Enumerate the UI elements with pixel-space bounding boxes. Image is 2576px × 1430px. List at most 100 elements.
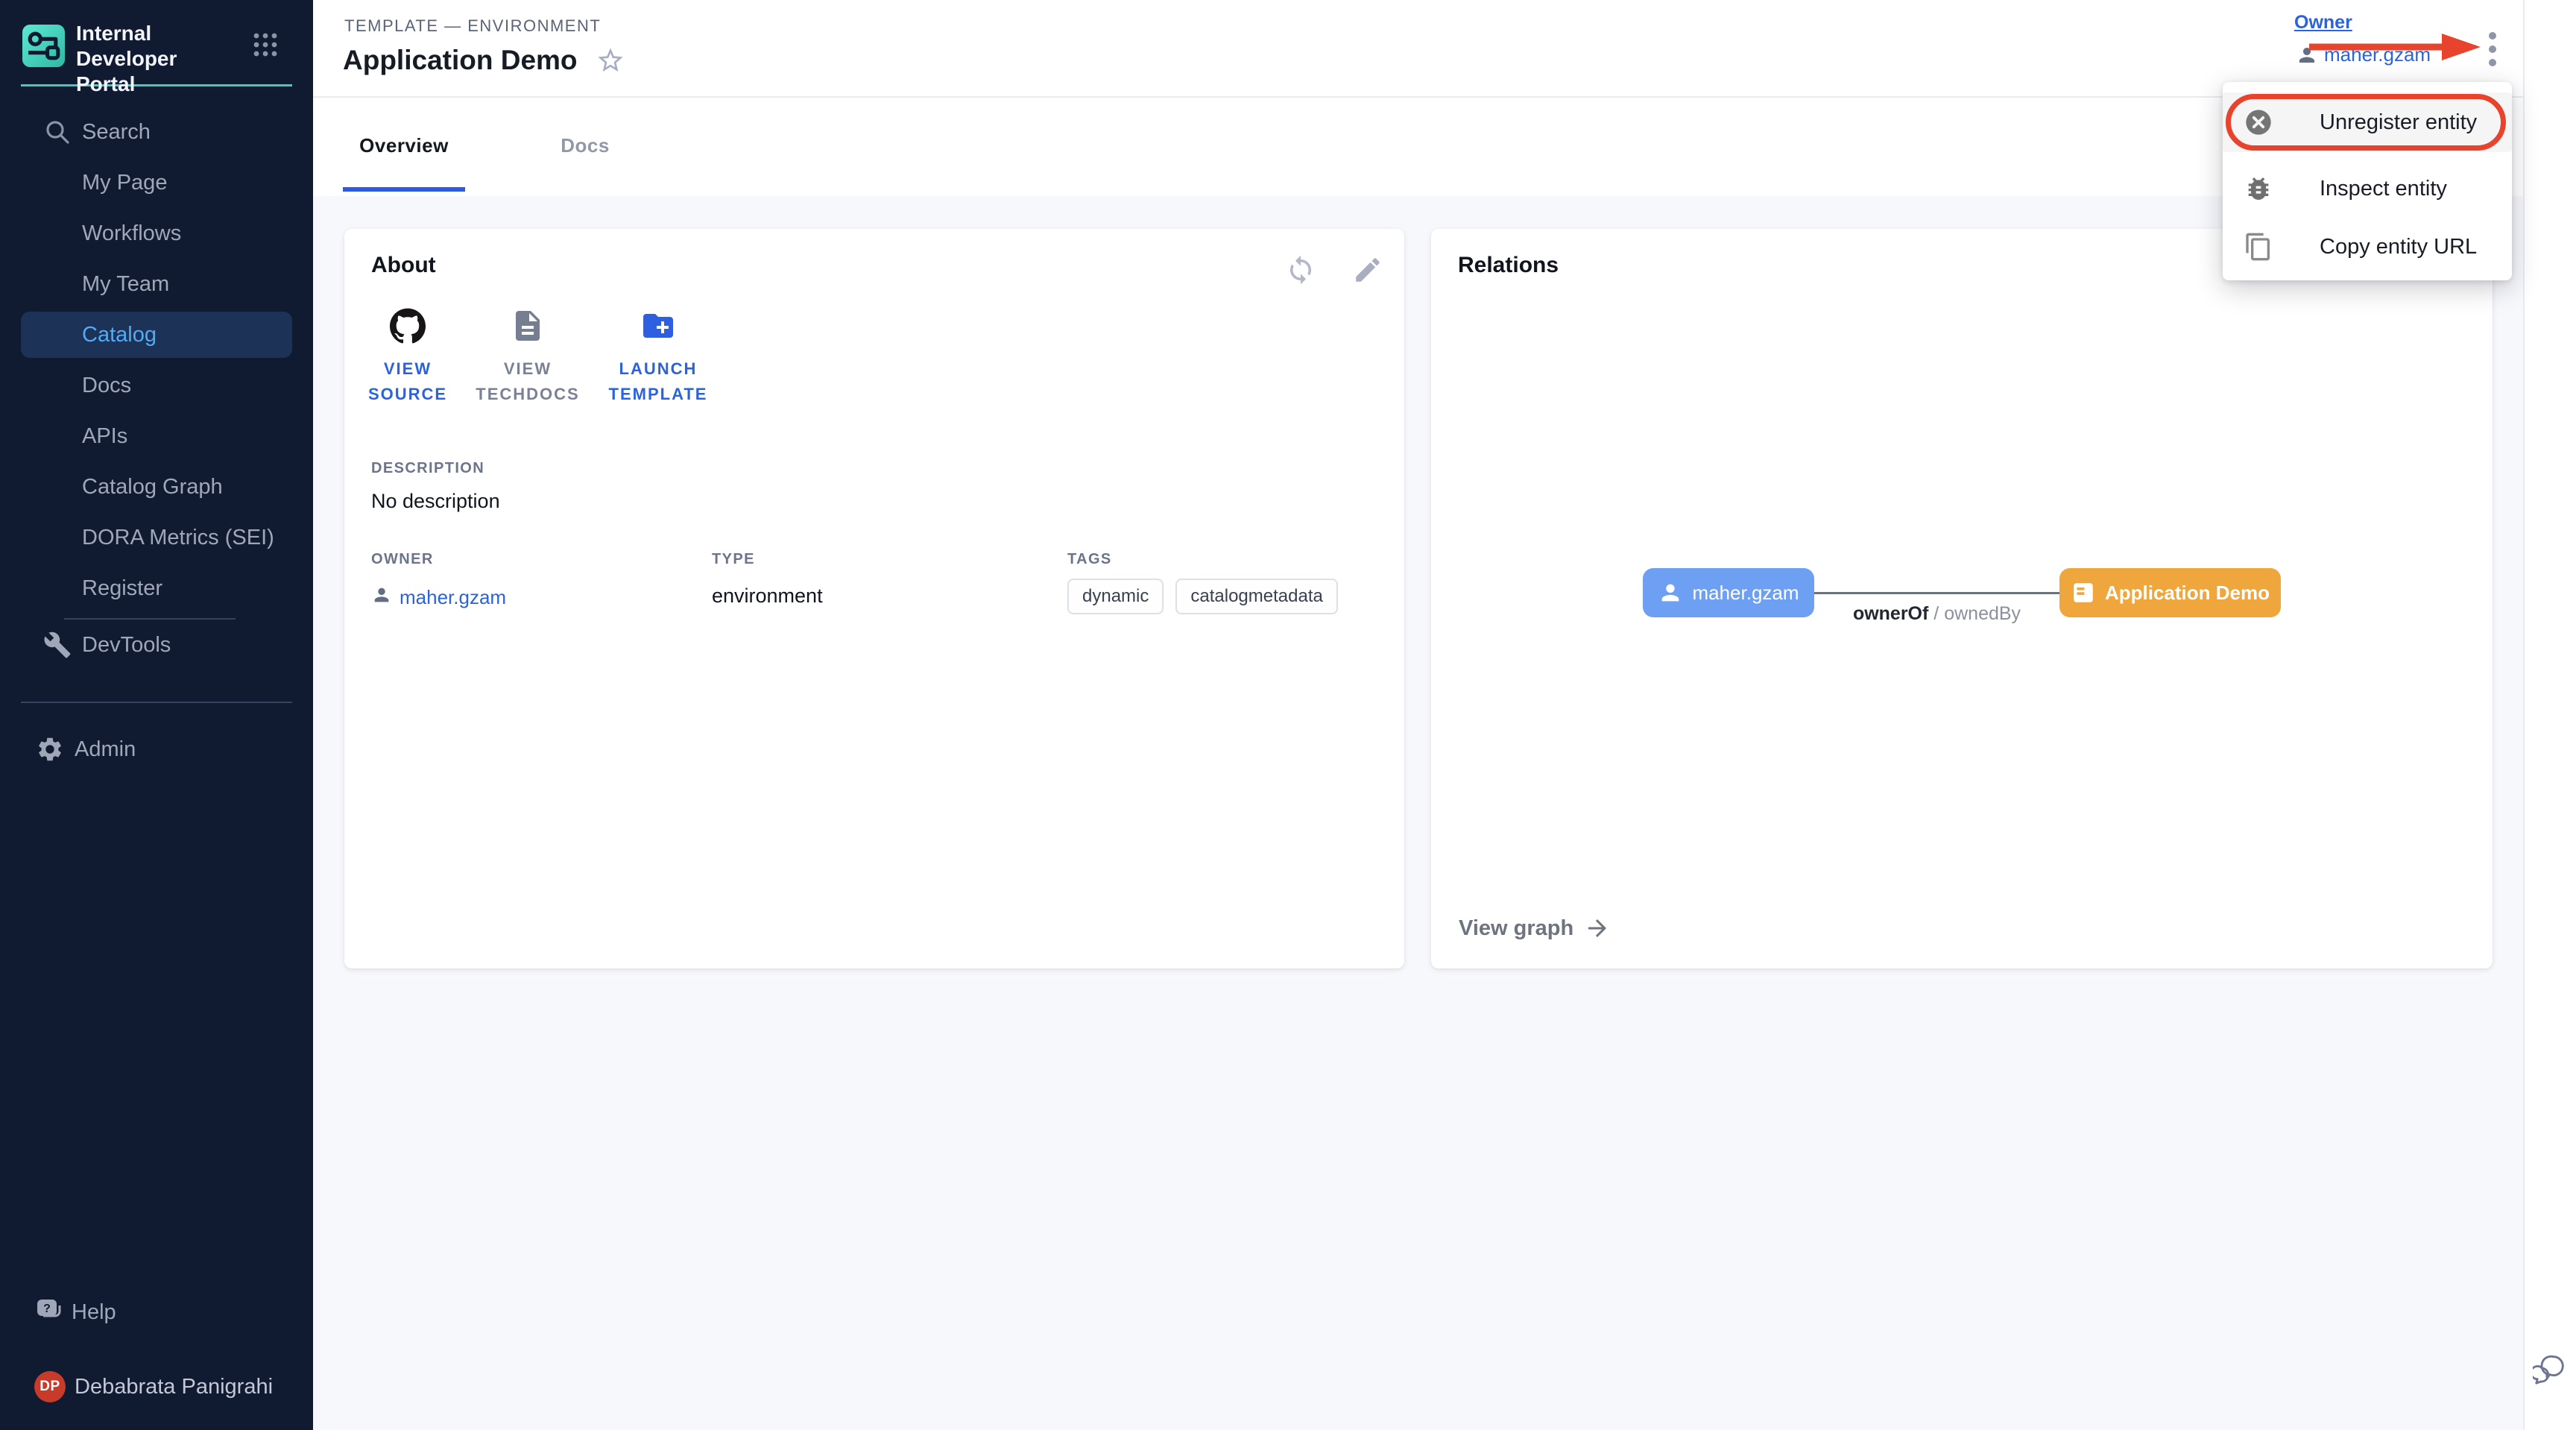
graph-node-user[interactable]: maher.gzam — [1643, 568, 1814, 617]
edge-forward-label: ownerOf — [1853, 603, 1928, 624]
sidebar-item-label: Workflows — [82, 221, 181, 246]
entity-tabs: Overview Docs — [313, 99, 2523, 196]
tags-label: TAGS — [1067, 551, 1338, 568]
tag-chip[interactable]: dynamic — [1067, 579, 1164, 614]
owner-value: maher.gzam — [2324, 43, 2431, 66]
launch-template-label: LAUNCH TEMPLATE — [592, 356, 724, 407]
sidebar-item-label: My Page — [82, 171, 167, 195]
content-area: About — [313, 196, 2523, 1430]
view-graph-label: View graph — [1459, 916, 1573, 941]
sidebar-nav: Search My Page Workflows My Team Catalog… — [0, 107, 313, 775]
menu-item-unregister-entity[interactable]: Unregister entity — [2223, 92, 2512, 152]
sidebar-item-workflows[interactable]: Workflows — [0, 208, 313, 259]
sidebar: Internal Developer Portal Search — [0, 0, 313, 1430]
template-icon — [2071, 580, 2096, 605]
graph-node-entity[interactable]: Application Demo — [2059, 568, 2281, 617]
menu-item-label: Copy entity URL — [2320, 235, 2477, 259]
relation-edge-label: ownerOf / ownedBy — [1799, 603, 2074, 625]
owner-label: OWNER — [371, 551, 506, 568]
relations-title: Relations — [1458, 253, 1559, 278]
wrench-icon — [43, 631, 72, 659]
launch-template-button[interactable]: LAUNCH TEMPLATE — [592, 303, 724, 407]
sidebar-item-catalog-graph[interactable]: Catalog Graph — [0, 462, 313, 512]
header-owner-link[interactable]: maher.gzam — [2296, 43, 2431, 66]
edge-separator: / — [1933, 603, 1939, 624]
about-owner-value: maher.gzam — [400, 586, 506, 609]
sidebar-item-label: Admin — [75, 737, 136, 762]
gear-icon — [36, 735, 64, 763]
owner-annotation-label: Owner — [2294, 12, 2352, 34]
folder-plus-icon — [640, 308, 676, 347]
tag-chip[interactable]: catalogmetadata — [1175, 579, 1337, 614]
document-icon — [510, 308, 546, 347]
edge-reverse-label: ownedBy — [1944, 603, 2021, 624]
person-icon — [2296, 44, 2318, 66]
menu-item-label: Unregister entity — [2320, 110, 2477, 135]
type-value: environment — [712, 585, 823, 608]
menu-item-inspect-entity[interactable]: Inspect entity — [2223, 164, 2512, 213]
sidebar-item-label: DORA Metrics (SEI) — [82, 526, 274, 550]
sidebar-user[interactable]: DP Debabrata Panigrahi — [0, 1361, 313, 1412]
person-icon — [371, 585, 392, 611]
menu-item-copy-entity-url[interactable]: Copy entity URL — [2223, 222, 2512, 271]
about-title: About — [371, 253, 436, 278]
user-name: Debabrata Panigrahi — [75, 1375, 273, 1399]
sidebar-item-help[interactable]: ? Help — [0, 1287, 313, 1338]
sidebar-item-docs[interactable]: Docs — [0, 360, 313, 411]
sidebar-item-register[interactable]: Register — [0, 563, 313, 614]
tab-overview[interactable]: Overview — [343, 99, 465, 192]
page-title: Application Demo — [343, 45, 578, 76]
sidebar-item-catalog[interactable]: Catalog — [21, 312, 292, 358]
star-favorite-icon[interactable] — [596, 45, 625, 75]
sidebar-item-my-page[interactable]: My Page — [0, 157, 313, 208]
refresh-icon[interactable] — [1285, 254, 1316, 286]
sidebar-item-label: My Team — [82, 272, 169, 297]
about-card: About — [344, 229, 1404, 968]
description-value: No description — [371, 490, 500, 513]
edit-pencil-icon[interactable] — [1352, 254, 1383, 286]
arrow-right-icon — [1584, 915, 1611, 942]
sidebar-item-my-team[interactable]: My Team — [0, 259, 313, 309]
kebab-menu-icon[interactable] — [2476, 28, 2509, 75]
brand-header: Internal Developer Portal — [0, 0, 313, 84]
sidebar-item-search[interactable]: Search — [0, 107, 313, 157]
copy-icon — [2244, 232, 2273, 262]
brand-title: Internal Developer Portal — [76, 21, 239, 97]
github-icon — [390, 308, 426, 347]
sidebar-divider — [21, 702, 292, 703]
sidebar-item-label: DevTools — [82, 633, 171, 658]
search-icon — [43, 118, 72, 146]
type-label: TYPE — [712, 551, 823, 568]
bug-icon — [2244, 174, 2273, 204]
about-owner-link[interactable]: maher.gzam — [371, 585, 506, 611]
view-source-button[interactable]: VIEW SOURCE — [352, 303, 464, 407]
breadcrumb: TEMPLATE — ENVIRONMENT — [344, 16, 601, 36]
entity-context-menu: Unregister entity Inspect entity Copy en… — [2223, 82, 2512, 280]
sidebar-item-apis[interactable]: APIs — [0, 411, 313, 462]
graph-node-label: Application Demo — [2105, 582, 2270, 605]
sidebar-item-label: Catalog Graph — [82, 475, 223, 500]
view-techdocs-label: VIEW TECHDOCS — [464, 356, 592, 407]
sidebar-item-label: Docs — [82, 374, 131, 398]
sidebar-item-devtools[interactable]: DevTools — [0, 620, 313, 670]
apps-grid-icon[interactable] — [252, 31, 279, 58]
sidebar-item-label: Catalog — [82, 323, 157, 347]
sidebar-item-label: Search — [82, 120, 151, 145]
relation-edge — [1814, 592, 2059, 594]
view-graph-link[interactable]: View graph — [1459, 915, 1611, 942]
portal-logo-icon[interactable] — [22, 25, 65, 67]
page-header: TEMPLATE — ENVIRONMENT Application Demo … — [313, 0, 2523, 98]
sidebar-item-admin[interactable]: Admin — [0, 724, 313, 775]
svg-text:?: ? — [43, 1303, 51, 1315]
sidebar-item-dora-metrics[interactable]: DORA Metrics (SEI) — [0, 512, 313, 563]
person-icon — [1658, 580, 1683, 605]
menu-item-label: Inspect entity — [2320, 177, 2447, 201]
chat-bubbles-icon[interactable] — [2533, 1352, 2567, 1387]
cancel-circle-icon — [2244, 107, 2273, 137]
relations-card: Relations ownerOf / ownedBy maher.gzam — [1431, 229, 2493, 968]
tab-docs[interactable]: Docs — [544, 99, 626, 192]
avatar: DP — [34, 1371, 66, 1402]
sidebar-item-label: Register — [82, 576, 162, 601]
sidebar-item-label: APIs — [82, 424, 127, 449]
view-techdocs-button[interactable]: VIEW TECHDOCS — [464, 303, 592, 407]
